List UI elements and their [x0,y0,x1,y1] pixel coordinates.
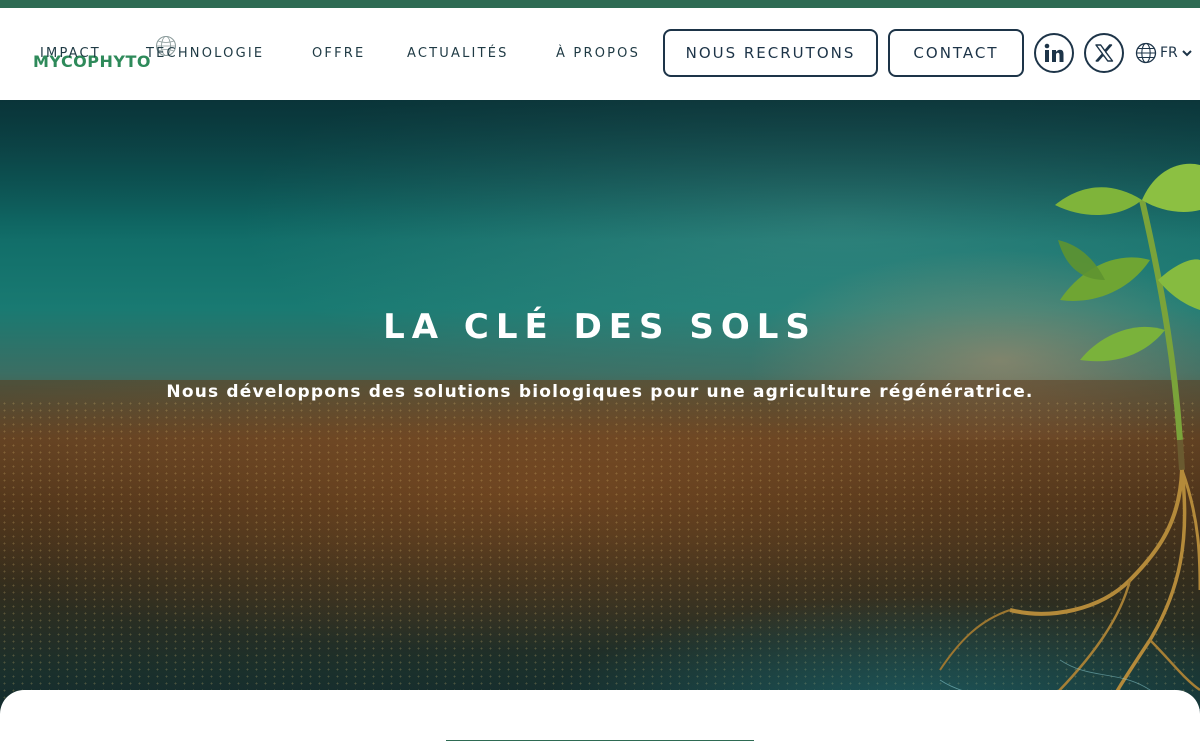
hero-subtitle: Nous développons des solutions biologiqu… [166,382,1034,402]
content-panel [0,690,1200,750]
nav-technologie[interactable]: TECHNOLOGIE [146,46,264,61]
hero-title: LA CLÉ DES SOLS [383,307,817,347]
nav-a-propos[interactable]: À PROPOS [556,46,640,61]
linkedin-button[interactable] [1034,33,1074,73]
nav-actualites[interactable]: ACTUALITÉS [407,46,509,61]
x-twitter-button[interactable] [1084,33,1124,73]
language-selector[interactable]: FR [1135,41,1193,65]
chevron-down-icon [1182,50,1192,57]
x-twitter-icon [1095,44,1114,62]
linkedin-icon [1044,43,1064,62]
hero-section: LA CLÉ DES SOLS Nous développons des sol… [0,100,1200,750]
contact-button[interactable]: CONTACT [888,29,1024,77]
plant-seedling-image [919,163,1200,750]
nav-impact[interactable]: IMPACT [40,46,101,61]
site-header: MYCOPHYTO IMPACT TECHNOLOGIE OFFRE ACTUA… [0,8,1200,100]
top-accent-bar [0,0,1200,8]
language-label: FR [1160,45,1178,61]
nav-offre[interactable]: OFFRE [312,46,365,61]
section-divider [446,740,754,741]
recruit-button[interactable]: NOUS RECRUTONS [663,29,878,77]
globe-icon [1135,42,1157,64]
